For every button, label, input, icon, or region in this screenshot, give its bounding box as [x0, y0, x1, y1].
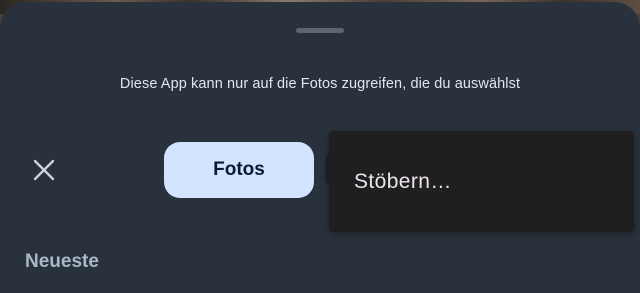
overflow-menu: Stöbern… — [329, 131, 634, 232]
section-label-recent: Neueste — [25, 251, 99, 272]
close-icon — [33, 159, 55, 181]
tab-photos[interactable]: Fotos — [164, 142, 314, 198]
drag-handle[interactable] — [296, 28, 344, 33]
close-button[interactable] — [24, 150, 64, 190]
menu-item-browse[interactable]: Stöbern… — [329, 131, 634, 232]
access-info-text: Diese App kann nur auf die Fotos zugreif… — [119, 76, 521, 92]
